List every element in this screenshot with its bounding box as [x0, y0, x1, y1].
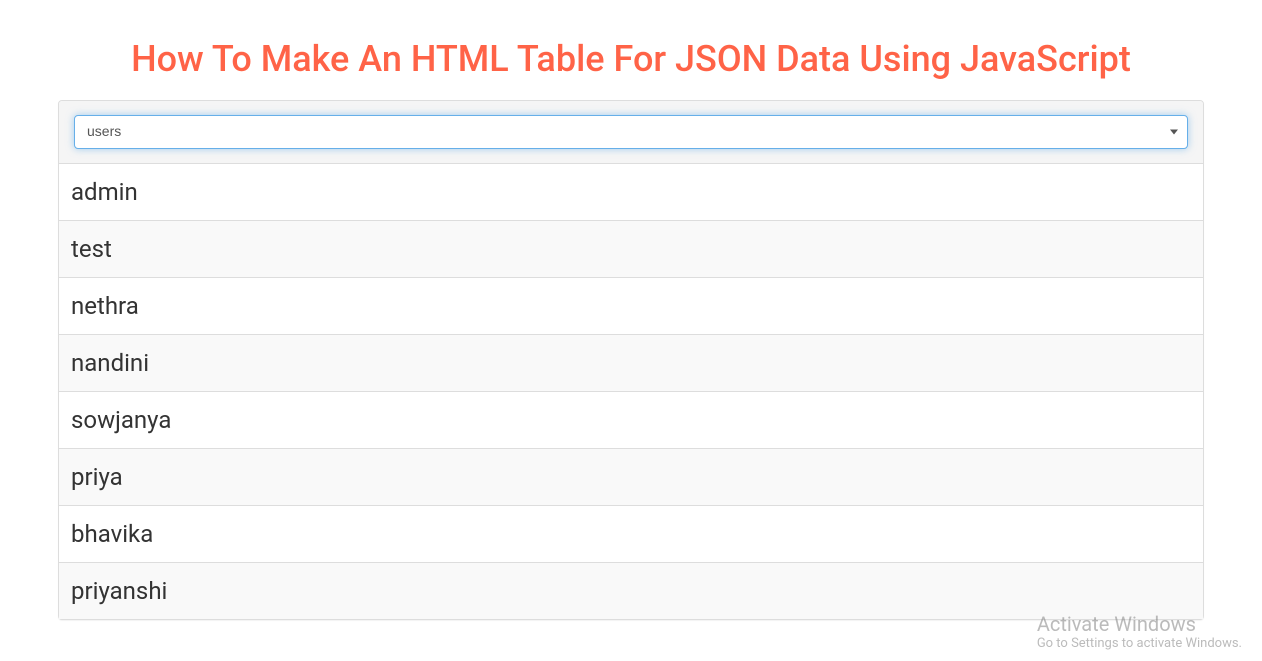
- table-cell: priya: [59, 449, 1203, 506]
- table-row: sowjanya: [59, 392, 1203, 449]
- table-cell: bhavika: [59, 506, 1203, 563]
- table-cell: priyanshi: [59, 563, 1203, 620]
- table-row: bhavika: [59, 506, 1203, 563]
- watermark-subtitle: Go to Settings to activate Windows.: [1037, 636, 1242, 651]
- select-wrapper: users: [74, 115, 1188, 149]
- table-cell: test: [59, 221, 1203, 278]
- table-row: admin: [59, 164, 1203, 221]
- content-panel: users admin test nethra nandini sowjanya…: [58, 100, 1204, 620]
- table-container: admin test nethra nandini sowjanya priya…: [59, 164, 1203, 619]
- table-row: priya: [59, 449, 1203, 506]
- table-row: priyanshi: [59, 563, 1203, 620]
- table-row: nethra: [59, 278, 1203, 335]
- data-source-select[interactable]: users: [74, 115, 1188, 149]
- panel-heading: users: [59, 101, 1203, 164]
- table-row: test: [59, 221, 1203, 278]
- table-row: nandini: [59, 335, 1203, 392]
- table-cell: sowjanya: [59, 392, 1203, 449]
- table-body: admin test nethra nandini sowjanya priya…: [59, 164, 1203, 619]
- table-cell: nandini: [59, 335, 1203, 392]
- table-cell: admin: [59, 164, 1203, 221]
- data-table: admin test nethra nandini sowjanya priya…: [59, 164, 1203, 619]
- table-cell: nethra: [59, 278, 1203, 335]
- page-title: How To Make An HTML Table For JSON Data …: [0, 38, 1262, 80]
